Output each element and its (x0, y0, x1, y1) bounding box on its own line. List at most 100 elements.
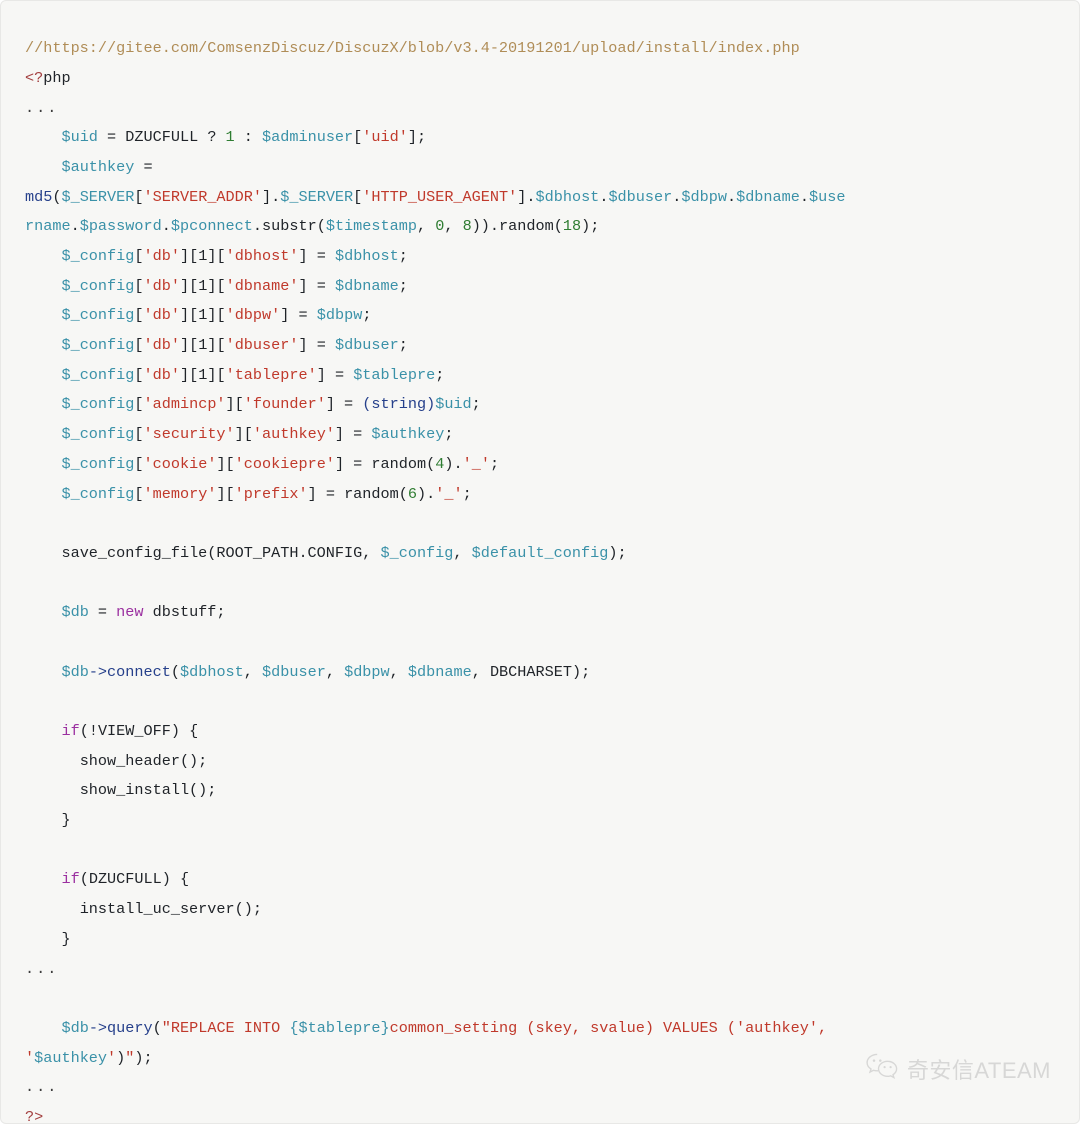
uid-colon: : (234, 128, 263, 147)
security-b2: ][ (234, 425, 253, 444)
config-key2-2: 'dbpw' (225, 306, 281, 325)
cookie-underscore-string: '_' (462, 454, 490, 473)
root-path-config-const: ROOT_PATH.CONFIG (216, 543, 363, 562)
bracket-2: ] (262, 187, 272, 206)
code-line-config-tablepre: $_config['db'][1]['tablepre'] = $tablepr… (25, 361, 1055, 391)
query-p2: ) (116, 1048, 126, 1067)
code-line-blank-5 (25, 836, 1055, 866)
code-line-config-founder: $_config['admincp']['founder'] = (string… (25, 390, 1055, 420)
config-value-3: $dbuser (334, 336, 399, 355)
config-key1-4: 'db' (143, 365, 180, 384)
memory-b1: [ (134, 484, 144, 503)
founder-b2: ][ (225, 395, 244, 414)
code-line-config-memprefix: $_config['memory']['prefix'] = random(6)… (25, 480, 1055, 510)
config-index-4: 1 (198, 365, 208, 384)
query-method: query (107, 1018, 153, 1037)
security-config-var: $_config (61, 425, 135, 444)
dzucfull-const: DZUCFULL (125, 128, 199, 147)
php-open-word: php (43, 68, 71, 87)
bracket-4: ] (517, 187, 527, 206)
bracket-mid-3: ][ (207, 336, 226, 355)
bracket-mid-4: ][ (207, 365, 226, 384)
memory-underscore-string: '_' (435, 484, 463, 503)
config-op-1: = (307, 276, 335, 295)
concat-dot-4: . (672, 187, 682, 206)
view-off-const: VIEW_OFF (97, 722, 171, 740)
uid-close-bracket: ] (407, 128, 417, 147)
php-open-bracket: <? (25, 68, 44, 87)
uid-var: $uid (61, 128, 98, 147)
sql-quote-4: ' (107, 1048, 117, 1067)
sql-tablepre-interp: {$tablepre} (289, 1018, 390, 1037)
dbstuff-class: dbstuff (143, 603, 217, 622)
code-line-db-query-b: '$authkey')"); (25, 1044, 1055, 1074)
code-snippet-card: //https://gitee.com/ComsenzDiscuz/Discuz… (0, 0, 1080, 1124)
dbuser-var: $dbuser (608, 187, 673, 206)
timestamp-var: $timestamp (325, 217, 417, 236)
code-line-md5-part-b: rname.$password.$pconnect.substr($timest… (25, 212, 1055, 242)
connect-c2: , (325, 662, 345, 681)
code-line-blank-2 (25, 569, 1055, 599)
sql-authkey-interp: $authkey (34, 1048, 108, 1067)
cookie-b1: [ (134, 454, 144, 473)
if-dzuc-p1: ( (79, 870, 89, 889)
closing-brace-1: } (61, 811, 71, 830)
dbhost-var: $dbhost (535, 187, 600, 206)
config-value-1: $dbname (334, 276, 399, 295)
code-line-config-dbhost: $_config['db'][1]['dbhost'] = $dbhost; (25, 242, 1055, 272)
db-var-new: $db (61, 603, 89, 622)
password-var: $password (79, 217, 162, 236)
config-index-3: 1 (198, 336, 208, 355)
bracket-open-2: [ (134, 306, 144, 325)
if-keyword-1: if (61, 722, 80, 740)
config-key1-1: 'db' (143, 276, 180, 295)
memory-op: = (316, 484, 345, 503)
config-value-4: $tablepre (353, 365, 436, 384)
config-index-1: 1 (198, 276, 208, 295)
substr-length-number: 8 (462, 217, 472, 236)
authkey-key: 'authkey' (252, 425, 335, 444)
code-line-config-dbpw: $_config['db'][1]['dbpw'] = $dbpw; (25, 301, 1055, 331)
username-var-cont: rname (25, 217, 71, 236)
uid-open-bracket: [ (353, 128, 363, 147)
save-semi: ; (617, 543, 627, 562)
memory-b3: ] (307, 484, 317, 503)
cookie-b3: ] (334, 454, 345, 473)
config-var-4: $_config (61, 365, 135, 384)
db-var-connect: $db (61, 662, 89, 681)
dzucfull-const-2: DZUCFULL (88, 870, 162, 889)
comment-url-text: //https://gitee.com/ComsenzDiscuz/Discuz… (25, 39, 800, 58)
cookie-config-var: $_config (61, 454, 135, 473)
random-paren-close: ) (581, 217, 591, 236)
connect-dbuser: $dbuser (262, 662, 326, 681)
db-var-query: $db (61, 1018, 89, 1037)
connect-semi: ; (581, 662, 591, 681)
bracket-open-0: [ (134, 247, 144, 265)
prefix-key: 'prefix' (234, 484, 308, 503)
bracket-close-4: ] (316, 365, 326, 384)
security-b3: ] (334, 425, 345, 444)
concat-dot-7: . (70, 217, 80, 236)
pconnect-var: $pconnect (170, 217, 253, 236)
founder-b1: [ (134, 395, 144, 414)
config-key2-1: 'dbname' (225, 276, 299, 295)
code-line-close-brace-1: } (25, 806, 1055, 836)
memory-p1: ( (398, 484, 408, 503)
connect-c3: , (389, 662, 408, 681)
bracket-mid-1: ][ (207, 276, 226, 295)
memory-config-var: $_config (61, 484, 135, 503)
config-key2-4: 'tablepre' (225, 365, 317, 384)
config-var-0: $_config (61, 247, 135, 265)
cookie-random-fn: random (371, 454, 427, 473)
security-semi: ; (444, 425, 454, 444)
authkey-op: = (134, 157, 153, 176)
if-keyword-2: if (61, 870, 80, 889)
if-view-p2: ) { (170, 722, 199, 740)
code-line-show-install: show_install(); (25, 776, 1055, 806)
server-addr-string: 'SERVER_ADDR' (143, 187, 262, 206)
config-value-0: $dbhost (334, 247, 399, 265)
closing-brace-2: } (61, 929, 71, 948)
code-line-close-brace-2: } (25, 925, 1055, 955)
if-dzuc-p2: ) { (161, 870, 190, 889)
bracket-close-0: ] (298, 247, 308, 265)
